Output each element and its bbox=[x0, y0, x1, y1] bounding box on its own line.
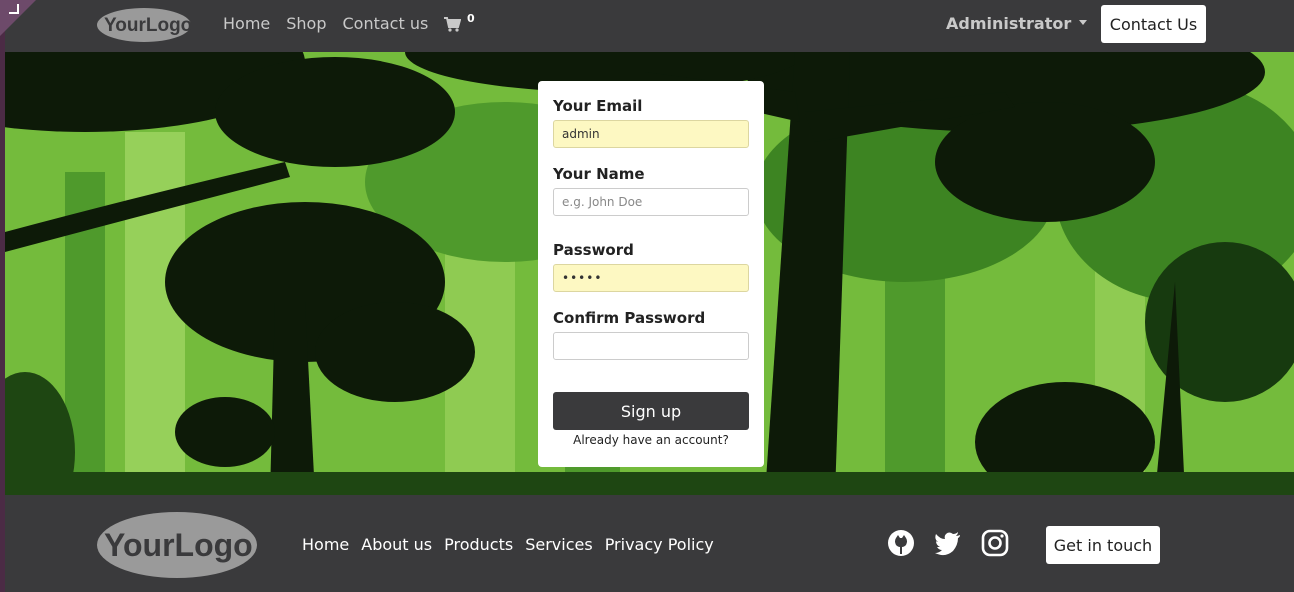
confirm-password-label: Confirm Password bbox=[553, 309, 706, 327]
nav-contact-us[interactable]: Contact us bbox=[343, 14, 429, 33]
footer-nav-services[interactable]: Services bbox=[525, 535, 592, 554]
password-label: Password bbox=[553, 241, 634, 259]
email-field[interactable]: admin bbox=[553, 120, 749, 148]
footer-nav-about-us[interactable]: About us bbox=[361, 535, 432, 554]
caret-down-icon bbox=[1079, 20, 1088, 25]
footer-logo[interactable]: YourLogo bbox=[96, 511, 258, 579]
svg-text:YourLogo: YourLogo bbox=[104, 15, 192, 36]
footer-nav-products[interactable]: Products bbox=[444, 535, 513, 554]
cart-count-badge: 0 bbox=[467, 12, 475, 25]
user-name: Administrator bbox=[946, 14, 1072, 33]
signup-form-card: Your Email admin Your Name e.g. John Doe… bbox=[538, 81, 764, 467]
svg-text:YourLogo: YourLogo bbox=[104, 527, 253, 563]
footer-nav-home[interactable]: Home bbox=[302, 535, 349, 554]
email-label: Your Email bbox=[553, 97, 643, 115]
nav-home[interactable]: Home bbox=[223, 14, 270, 33]
login-link[interactable]: Already have an account? bbox=[538, 433, 764, 447]
name-label: Your Name bbox=[553, 165, 645, 183]
user-menu[interactable]: Administrator bbox=[946, 14, 1088, 33]
name-field[interactable]: e.g. John Doe bbox=[553, 188, 749, 216]
get-in-touch-button[interactable]: Get in touch bbox=[1046, 526, 1160, 564]
footer-nav-privacy-policy[interactable]: Privacy Policy bbox=[605, 535, 714, 554]
header-logo[interactable]: YourLogo bbox=[96, 6, 192, 44]
confirm-password-field[interactable] bbox=[553, 332, 749, 360]
nav-shop[interactable]: Shop bbox=[286, 14, 326, 33]
main-nav: Home Shop Contact us bbox=[223, 14, 428, 33]
site-footer: YourLogo Home About us Products Services… bbox=[5, 495, 1294, 592]
instagram-icon[interactable] bbox=[981, 529, 1009, 557]
top-navbar: YourLogo Home Shop Contact us 0 Administ… bbox=[5, 0, 1294, 52]
footer-nav: Home About us Products Services Privacy … bbox=[302, 535, 714, 554]
sign-up-button[interactable]: Sign up bbox=[553, 392, 749, 430]
twitter-icon[interactable] bbox=[934, 529, 962, 557]
password-field[interactable]: ••••• bbox=[553, 264, 749, 292]
corner-toggle-icon[interactable] bbox=[9, 4, 19, 14]
cart-icon[interactable] bbox=[443, 15, 461, 33]
github-icon[interactable] bbox=[887, 529, 915, 557]
contact-us-button[interactable]: Contact Us bbox=[1101, 5, 1206, 43]
